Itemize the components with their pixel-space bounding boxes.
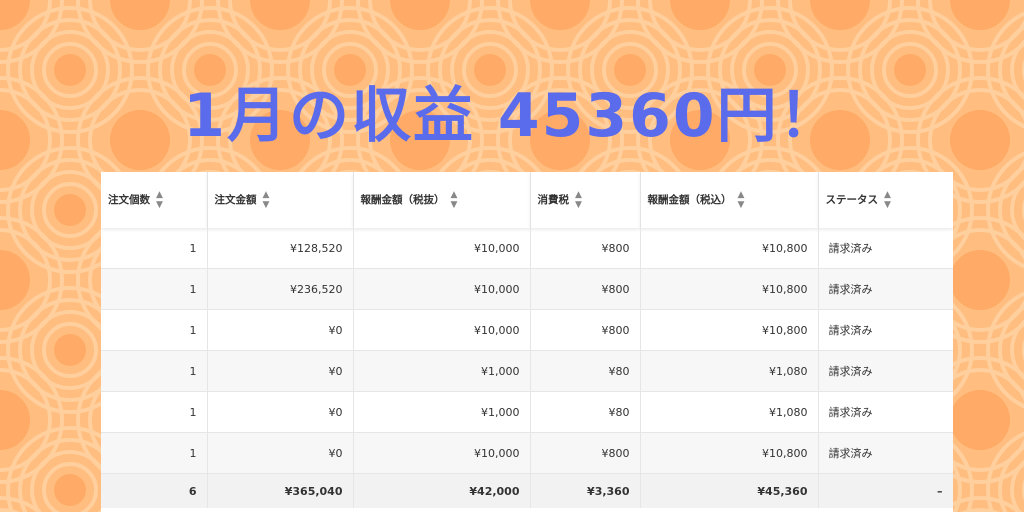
tax-cell: ¥800: [530, 432, 641, 474]
reward-excl-tax-cell: ¥10,000: [353, 309, 531, 351]
status-cell: 請求済み: [818, 228, 953, 269]
tax-cell: ¥80: [530, 391, 641, 433]
table-row: 1 ¥0 ¥10,000 ¥800 ¥10,800 請求済み: [101, 432, 953, 474]
total-reward-incl-tax: ¥45,360: [640, 473, 819, 508]
reward-excl-tax-cell: ¥1,000: [353, 391, 531, 433]
sort-icon[interactable]: ▲ ▼: [884, 190, 891, 210]
sort-icon[interactable]: ▲ ▼: [451, 190, 458, 210]
status-cell: 請求済み: [818, 350, 953, 392]
sort-icon[interactable]: ▲ ▼: [156, 190, 163, 210]
reward-excl-tax-cell: ¥10,000: [353, 228, 531, 269]
reward-incl-tax-cell: ¥1,080: [640, 391, 819, 433]
order-amount-cell: ¥236,520: [207, 268, 354, 310]
reward-incl-tax-cell: ¥10,800: [640, 432, 819, 474]
column-header-consumption-tax[interactable]: 消費税 ▲ ▼: [530, 172, 641, 228]
table-row: 1 ¥0 ¥10,000 ¥800 ¥10,800 請求済み: [101, 309, 953, 351]
earnings-table-container: 注文個数 ▲ ▼ 注文金額 ▲ ▼ 報酬金額（税抜） ▲ ▼ 消費税 ▲ ▼ 報酬金額（税込） ▲…: [101, 172, 953, 512]
status-cell: 請求済み: [818, 268, 953, 310]
table-row: 1 ¥128,520 ¥10,000 ¥800 ¥10,800 請求済み: [101, 228, 953, 269]
earnings-table: 注文個数 ▲ ▼ 注文金額 ▲ ▼ 報酬金額（税抜） ▲ ▼ 消費税 ▲ ▼ 報酬金額（税込） ▲…: [101, 172, 953, 508]
column-header-order-amount[interactable]: 注文金額 ▲ ▼: [207, 172, 354, 228]
order-count-cell: 1: [101, 432, 208, 474]
total-tax: ¥3,360: [530, 473, 641, 508]
total-order-count: 6: [101, 473, 208, 508]
column-header-reward-excl-tax[interactable]: 報酬金額（税抜） ▲ ▼: [353, 172, 531, 228]
reward-incl-tax-cell: ¥10,800: [640, 228, 819, 269]
reward-excl-tax-cell: ¥1,000: [353, 350, 531, 392]
reward-incl-tax-cell: ¥10,800: [640, 309, 819, 351]
table-row: 1 ¥236,520 ¥10,000 ¥800 ¥10,800 請求済み: [101, 268, 953, 310]
total-status: –: [818, 473, 953, 508]
reward-incl-tax-cell: ¥1,080: [640, 350, 819, 392]
order-amount-cell: ¥0: [207, 432, 354, 474]
table-total-row: 6 ¥365,040 ¥42,000 ¥3,360 ¥45,360 –: [101, 473, 953, 508]
reward-incl-tax-cell: ¥10,800: [640, 268, 819, 310]
order-count-cell: 1: [101, 268, 208, 310]
order-count-cell: 1: [101, 228, 208, 269]
total-reward-excl-tax: ¥42,000: [353, 473, 531, 508]
status-cell: 請求済み: [818, 309, 953, 351]
tax-cell: ¥80: [530, 350, 641, 392]
column-header-reward-incl-tax[interactable]: 報酬金額（税込） ▲ ▼: [640, 172, 819, 228]
total-order-amount: ¥365,040: [207, 473, 354, 508]
order-amount-cell: ¥0: [207, 350, 354, 392]
page-title: 1月の収益 45360円！: [183, 81, 841, 151]
order-count-cell: 1: [101, 350, 208, 392]
tax-cell: ¥800: [530, 228, 641, 269]
status-cell: 請求済み: [818, 391, 953, 433]
column-header-status[interactable]: ステータス ▲ ▼: [818, 172, 953, 228]
tax-cell: ¥800: [530, 268, 641, 310]
order-count-cell: 1: [101, 309, 208, 351]
table-header-row: 注文個数 ▲ ▼ 注文金額 ▲ ▼ 報酬金額（税抜） ▲ ▼ 消費税 ▲ ▼ 報酬金額（税込） ▲…: [101, 172, 953, 228]
sort-icon[interactable]: ▲ ▼: [263, 190, 270, 210]
order-count-cell: 1: [101, 391, 208, 433]
tax-cell: ¥800: [530, 309, 641, 351]
sort-icon[interactable]: ▲ ▼: [738, 190, 745, 210]
order-amount-cell: ¥0: [207, 391, 354, 433]
status-cell: 請求済み: [818, 432, 953, 474]
order-amount-cell: ¥128,520: [207, 228, 354, 269]
table-row: 1 ¥0 ¥1,000 ¥80 ¥1,080 請求済み: [101, 350, 953, 392]
column-header-order-count[interactable]: 注文個数 ▲ ▼: [101, 172, 208, 228]
sort-icon[interactable]: ▲ ▼: [575, 190, 582, 210]
order-amount-cell: ¥0: [207, 309, 354, 351]
reward-excl-tax-cell: ¥10,000: [353, 268, 531, 310]
reward-excl-tax-cell: ¥10,000: [353, 432, 531, 474]
table-row: 1 ¥0 ¥1,000 ¥80 ¥1,080 請求済み: [101, 391, 953, 433]
